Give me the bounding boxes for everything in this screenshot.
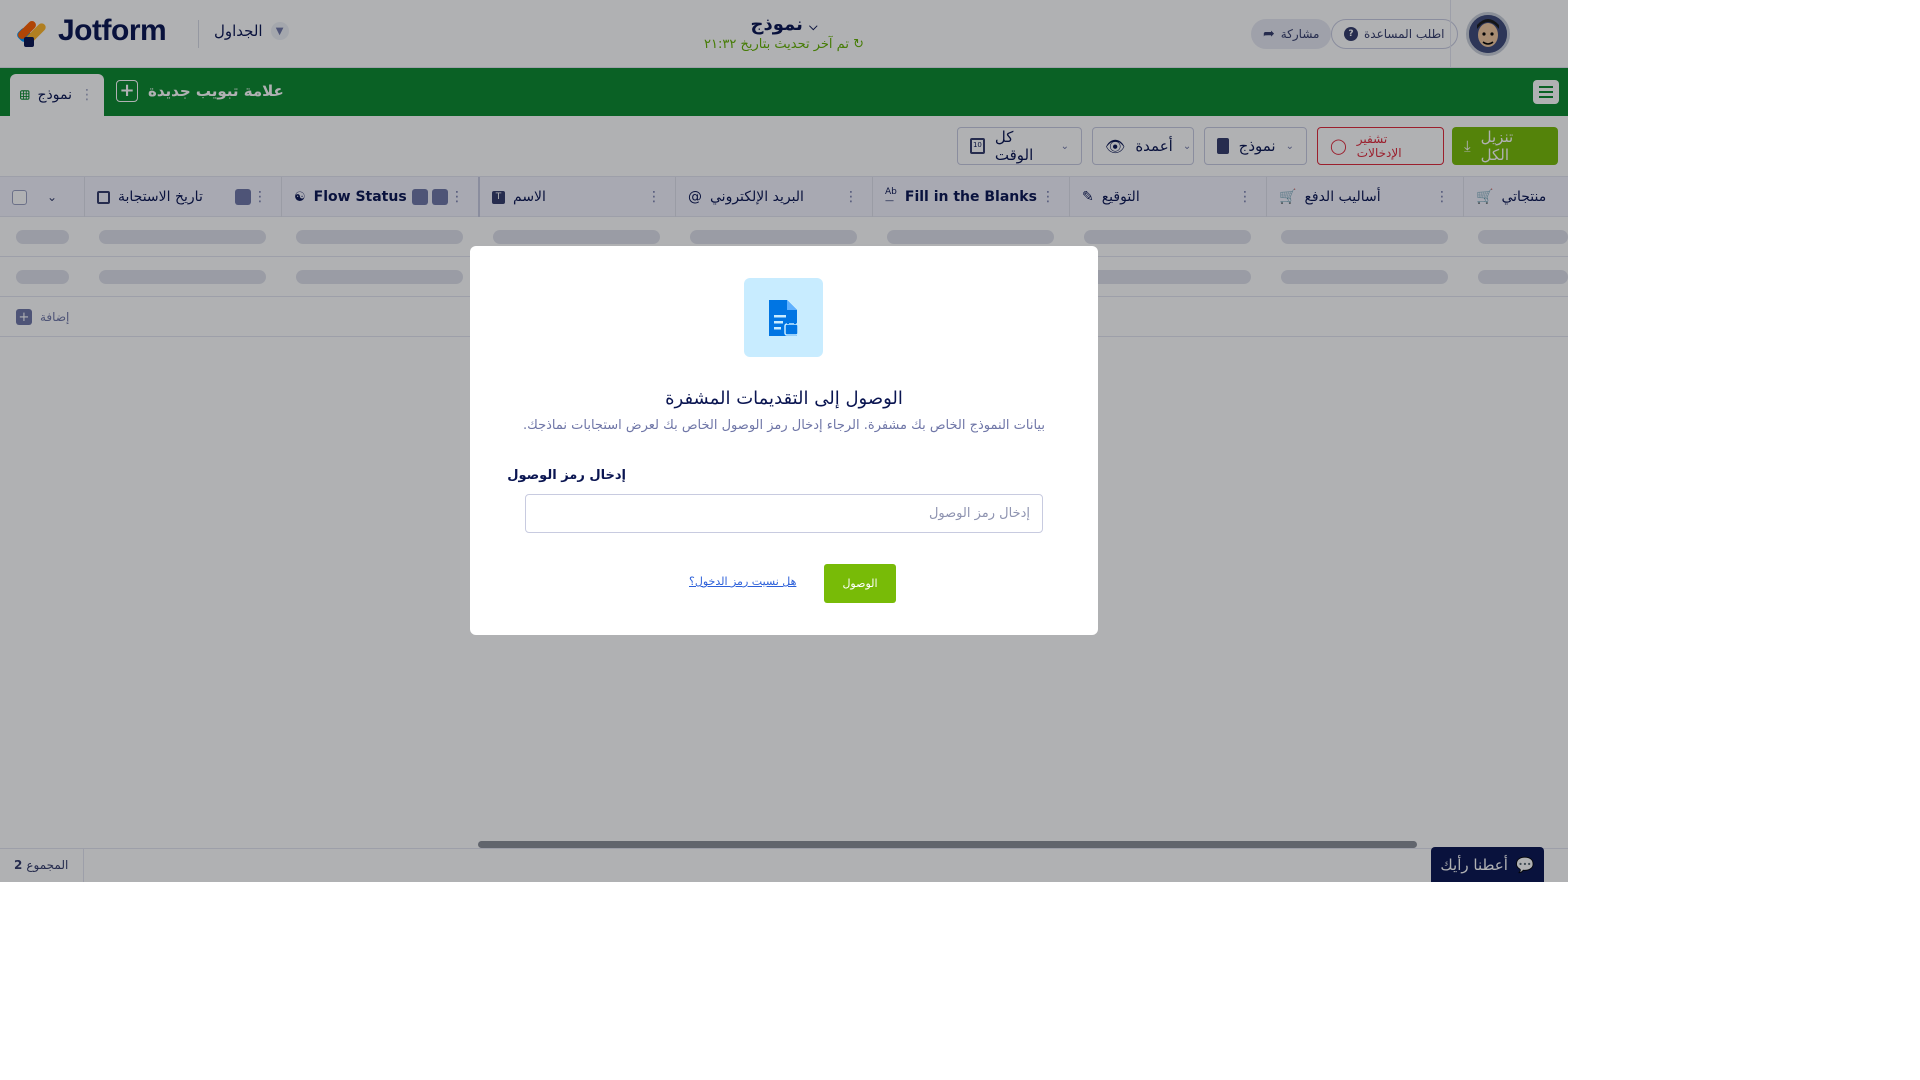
encrypted-document-icon (744, 278, 823, 357)
dialog-description: .بيانات النموذج الخاص بك مشفرة. الرجاء إ… (523, 418, 1045, 433)
access-code-dialog: الوصول إلى التقديمات المشفرة .بيانات الن… (470, 246, 1098, 635)
forgot-code-link[interactable]: هل نسيت رمز الدخول؟ (689, 575, 796, 588)
access-code-label: إدخال رمز الوصول (507, 468, 626, 483)
access-button[interactable]: الوصول (824, 564, 896, 603)
dialog-title: الوصول إلى التقديمات المشفرة (665, 388, 903, 409)
access-code-input[interactable] (525, 494, 1043, 533)
